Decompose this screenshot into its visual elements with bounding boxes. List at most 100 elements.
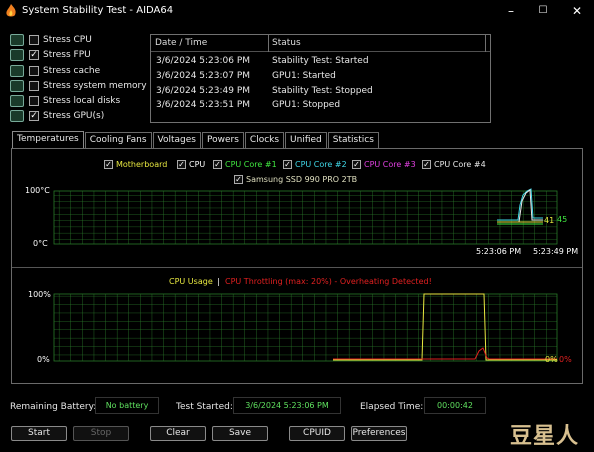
stress-fpu-label: Stress FPU <box>43 50 91 60</box>
stress-cache-label: Stress cache <box>43 66 101 76</box>
stress-gpu-checkbox[interactable]: ✓ <box>29 111 39 121</box>
cpu-usage-grid <box>53 293 558 362</box>
stress-memory-checkbox[interactable] <box>29 81 39 91</box>
stress-cpu-checkbox[interactable] <box>29 35 39 45</box>
battery-value: No battery <box>95 397 159 414</box>
test-started-value: 3/6/2024 5:23:06 PM <box>233 397 341 414</box>
table-row[interactable]: 3/6/2024 5:23:07 PM GPU1: Started <box>151 70 490 84</box>
stress-gpu-option[interactable]: ✓ Stress GPU(s) <box>10 109 104 123</box>
column-header-date-time[interactable]: Date / Time <box>155 38 207 48</box>
tab-statistics[interactable]: Statistics <box>327 132 379 148</box>
maximize-button[interactable]: ☐ <box>532 2 554 20</box>
start-button[interactable]: Start <box>11 426 67 441</box>
cpu-value-label: 0% <box>559 355 572 364</box>
save-button[interactable]: Save <box>212 426 268 441</box>
stress-memory-option[interactable]: Stress system memory <box>10 79 147 93</box>
stress-cache-option[interactable]: Stress cache <box>10 64 100 78</box>
stress-cache-checkbox[interactable] <box>29 66 39 76</box>
stress-cpu-label: Stress CPU <box>43 35 92 45</box>
cpu-icon <box>10 34 24 46</box>
log-status: GPU1: Stopped <box>272 100 341 110</box>
temp-time-label: 5:23:06 PM <box>476 247 522 256</box>
temperature-grid <box>53 190 558 245</box>
legend-checkbox[interactable]: ✓ <box>213 159 222 169</box>
log-time: 3/6/2024 5:23:51 PM <box>156 100 251 110</box>
temp-value-label: 45 <box>557 215 568 224</box>
legend-label: CPU Core #2 <box>295 159 347 169</box>
legend-checkbox[interactable]: ✓ <box>283 159 292 169</box>
stress-cpu-option[interactable]: Stress CPU <box>10 33 92 47</box>
legend-label: CPU Core #1 <box>225 159 277 169</box>
log-time: 3/6/2024 5:23:06 PM <box>156 56 251 66</box>
tab-powers[interactable]: Powers <box>202 132 244 148</box>
status-log-table[interactable]: Date / Time Status 3/6/2024 5:23:06 PM S… <box>150 34 491 123</box>
temp-y-max-label: 100°C <box>25 186 50 195</box>
tab-cooling-fans[interactable]: Cooling Fans <box>84 132 152 148</box>
stress-disks-checkbox[interactable] <box>29 96 39 106</box>
legend-checkbox[interactable]: ✓ <box>422 159 431 169</box>
temp-time-label: 5:23:49 PM <box>533 247 579 256</box>
stop-button[interactable]: Stop <box>73 426 129 441</box>
legend-item-cpu-core-1[interactable]: ✓ CPU Core #1 <box>213 158 277 170</box>
column-divider[interactable] <box>485 35 486 52</box>
cpu-value-label: 0% <box>545 355 558 364</box>
elapsed-time-value: 00:00:42 <box>424 397 486 414</box>
tab-temperatures[interactable]: Temperatures <box>12 131 84 148</box>
battery-label: Remaining Battery: <box>10 402 97 412</box>
watermark: 豆星人 <box>510 424 580 449</box>
table-row[interactable]: 3/6/2024 5:23:51 PM GPU1: Stopped <box>151 99 490 113</box>
cpu-graph-title-separator: | <box>217 277 220 286</box>
table-row[interactable]: 3/6/2024 5:23:49 PM Stability Test: Stop… <box>151 85 490 99</box>
log-status: GPU1: Started <box>272 71 336 81</box>
cache-icon <box>10 65 24 77</box>
tab-voltages[interactable]: Voltages <box>152 132 201 148</box>
fpu-icon <box>10 49 24 61</box>
cpu-y-max-label: 100% <box>28 290 51 299</box>
log-status: Stability Test: Started <box>272 56 369 66</box>
cpu-usage-graph <box>53 293 558 362</box>
stress-memory-label: Stress system memory <box>43 81 147 91</box>
legend-label: CPU Core #3 <box>364 159 416 169</box>
minimize-button[interactable]: – <box>500 2 522 20</box>
log-time: 3/6/2024 5:23:07 PM <box>156 71 251 81</box>
log-header: Date / Time Status <box>151 35 490 52</box>
legend-label: CPU Core #4 <box>434 159 486 169</box>
legend-checkbox[interactable]: ✓ <box>104 159 113 169</box>
table-row[interactable]: 3/6/2024 5:23:06 PM Stability Test: Star… <box>151 55 490 69</box>
log-time: 3/6/2024 5:23:49 PM <box>156 86 251 96</box>
stress-fpu-option[interactable]: ✓ Stress FPU <box>10 48 91 62</box>
legend-item-motherboard[interactable]: ✓ Motherboard <box>104 158 167 170</box>
legend-checkbox[interactable]: ✓ <box>177 159 186 169</box>
legend-label: CPU <box>189 159 206 169</box>
column-header-status[interactable]: Status <box>272 38 301 48</box>
elapsed-time-label: Elapsed Time: <box>360 402 424 412</box>
legend-item-cpu[interactable]: ✓ CPU <box>177 158 205 170</box>
legend-item-cpu-core-4[interactable]: ✓ CPU Core #4 <box>422 158 486 170</box>
close-button[interactable]: ✕ <box>566 2 588 20</box>
clear-button[interactable]: Clear <box>150 426 206 441</box>
temp-y-min-label: 0°C <box>33 239 48 248</box>
stress-disks-option[interactable]: Stress local disks <box>10 94 120 108</box>
preferences-button[interactable]: Preferences <box>351 426 407 441</box>
column-divider[interactable] <box>268 35 269 52</box>
cpuid-button[interactable]: CPUID <box>289 426 345 441</box>
legend-item-cpu-core-2[interactable]: ✓ CPU Core #2 <box>283 158 347 170</box>
cpu-y-min-label: 0% <box>37 355 50 364</box>
legend-label: Motherboard <box>116 159 168 169</box>
graph-tabs: Temperatures Cooling Fans Voltages Power… <box>12 131 380 148</box>
stress-fpu-checkbox[interactable]: ✓ <box>29 50 39 60</box>
tab-clocks[interactable]: Clocks <box>244 132 285 148</box>
cpu-throttle-title: CPU Throttling (max: 20%) - Overheating … <box>225 277 432 286</box>
tab-unified[interactable]: Unified <box>285 132 327 148</box>
log-status: Stability Test: Stopped <box>272 86 373 96</box>
disk-icon <box>10 95 24 107</box>
test-started-label: Test Started: <box>176 402 233 412</box>
stress-disks-label: Stress local disks <box>43 96 121 106</box>
legend-checkbox[interactable]: ✓ <box>352 159 361 169</box>
legend-item-cpu-core-3[interactable]: ✓ CPU Core #3 <box>352 158 416 170</box>
stress-gpu-label: Stress GPU(s) <box>43 111 105 121</box>
memory-icon <box>10 80 24 92</box>
temp-value-label: 41 <box>544 216 555 225</box>
cpu-usage-title: CPU Usage <box>169 277 213 286</box>
gpu-icon <box>10 110 24 122</box>
